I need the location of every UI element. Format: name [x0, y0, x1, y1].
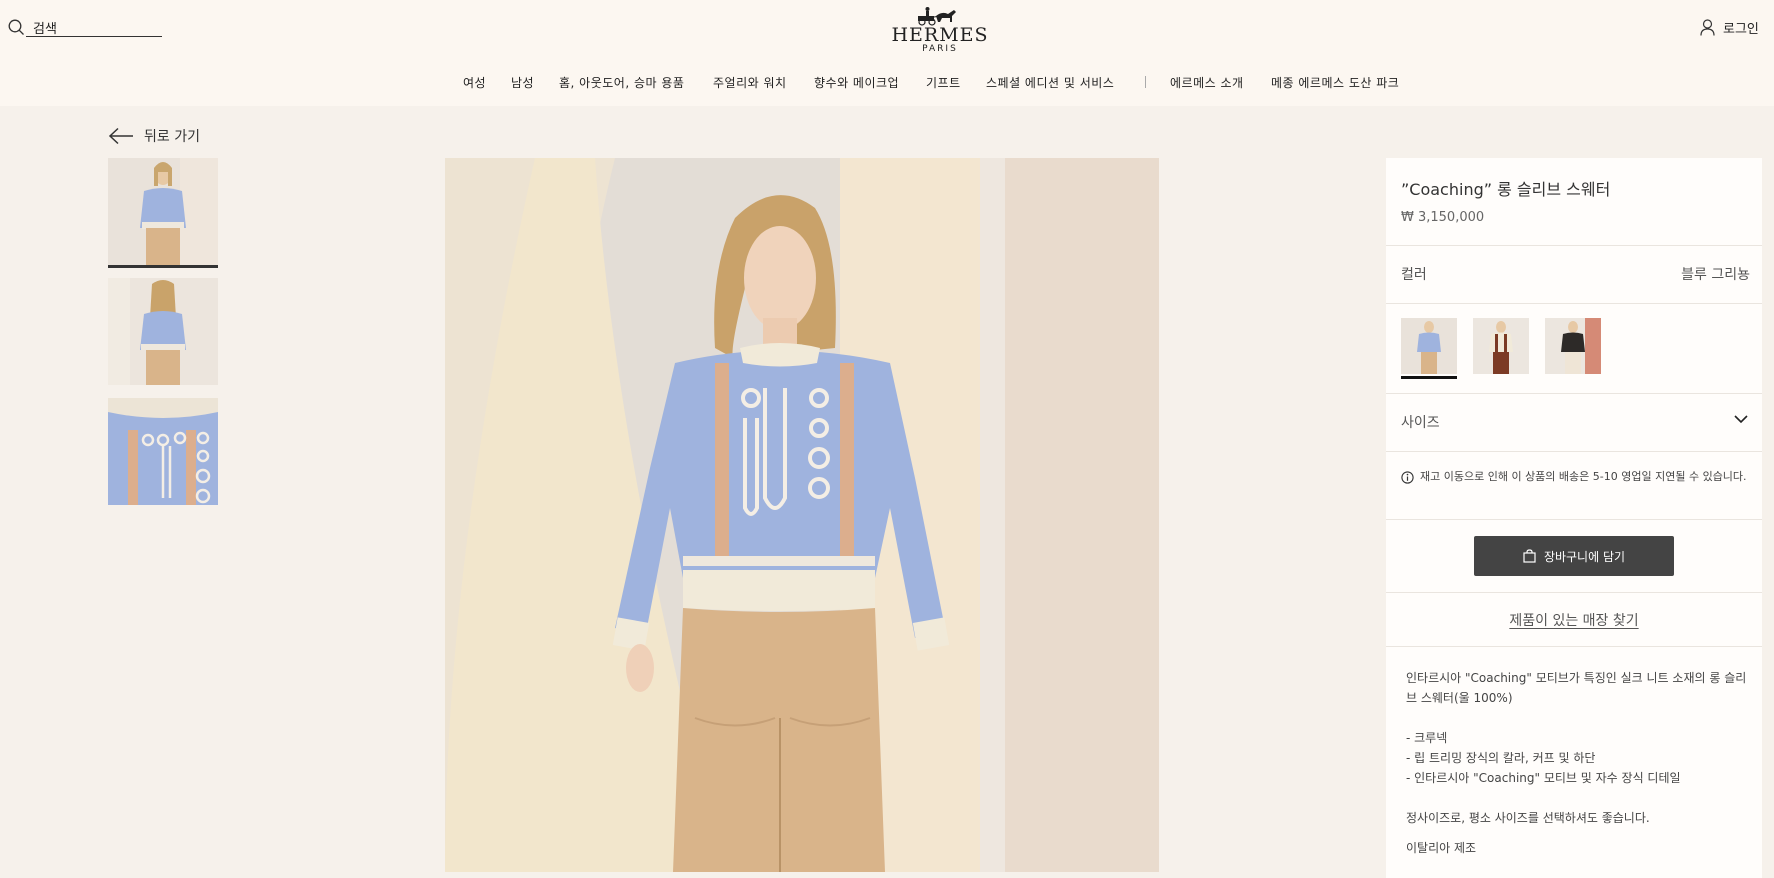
- color-label: 컬러: [1401, 267, 1427, 283]
- product-description: 인타르시아 "Coaching" 모티브가 특징인 실크 니트 소재의 롱 슬리…: [1406, 668, 1751, 858]
- divider: [1386, 303, 1762, 304]
- carriage-logo-icon: [918, 7, 956, 26]
- color-swatch-brown[interactable]: [1473, 318, 1529, 374]
- product-title: ”Coaching” 롱 슬리브 스웨터: [1401, 180, 1611, 199]
- description-bullet: - 인타르시아 "Coaching" 모티브 및 자수 장식 디테일: [1406, 771, 1681, 785]
- user-icon: [1700, 19, 1715, 36]
- find-store-link[interactable]: 제품이 있는 매장 찾기: [1386, 610, 1762, 630]
- login-button[interactable]: 로그인: [1700, 18, 1759, 37]
- add-to-cart-label: 장바구니에 담기: [1543, 549, 1626, 564]
- color-value: 블루 그리뇽: [1681, 267, 1750, 283]
- add-to-cart-button[interactable]: 장바구니에 담기: [1474, 536, 1674, 576]
- color-swatch-blue[interactable]: [1401, 318, 1457, 374]
- divider: [1386, 451, 1762, 452]
- divider: [1386, 519, 1762, 520]
- search-icon: [8, 19, 24, 35]
- swatch-selected-indicator: [1401, 376, 1457, 379]
- main-nav: 여성 남성 홈, 아웃도어, 승마 용품 주얼리와 워치 향수와 메이크업 기프…: [0, 74, 1774, 92]
- back-link[interactable]: 뒤로 가기: [108, 126, 200, 146]
- hermes-logo[interactable]: HERMES PARIS: [880, 2, 1000, 54]
- login-label: 로그인: [1723, 22, 1759, 37]
- description-origin: 이탈리아 제조: [1406, 841, 1477, 855]
- shopping-bag-icon: [1523, 549, 1536, 563]
- nav-item-gifts[interactable]: 기프트: [926, 74, 961, 91]
- color-swatch-black[interactable]: [1545, 318, 1601, 374]
- shipping-notice-text: 재고 이동으로 인해 이 상품의 배송은 5-10 영업일 지연될 수 있습니다…: [1420, 470, 1747, 483]
- info-icon: [1401, 471, 1414, 484]
- size-dropdown-label[interactable]: 사이즈: [1401, 412, 1440, 432]
- nav-item-men[interactable]: 남성: [511, 74, 534, 91]
- thumbnail-front[interactable]: [108, 158, 218, 265]
- nav-divider: [1145, 76, 1146, 88]
- thumbnail-detail[interactable]: [108, 398, 218, 505]
- nav-item-about[interactable]: 에르메스 소개: [1170, 74, 1244, 91]
- arrow-left-icon: [108, 127, 133, 145]
- nav-item-jewelry-watches[interactable]: 주얼리와 워치: [713, 74, 787, 91]
- logo-word: HERMES: [891, 24, 989, 46]
- description-intro: 인타르시아 "Coaching" 모티브가 특징인 실크 니트 소재의 롱 슬리…: [1406, 671, 1747, 705]
- description-bullet: - 립 트리밍 장식의 칼라, 커프 및 하단: [1406, 751, 1596, 765]
- description-bullet: - 크루넥: [1406, 731, 1448, 745]
- divider: [1386, 393, 1762, 394]
- nav-item-women[interactable]: 여성: [463, 74, 486, 91]
- product-details-panel: ”Coaching” 롱 슬리브 스웨터 ₩ 3,150,000 컬러 블루 그…: [1386, 158, 1762, 878]
- product-price: ₩ 3,150,000: [1401, 210, 1485, 225]
- shipping-notice: 재고 이동으로 인해 이 상품의 배송은 5-10 영업일 지연될 수 있습니다…: [1401, 468, 1751, 485]
- chevron-down-icon[interactable]: [1734, 414, 1748, 424]
- thumbnail-back[interactable]: [108, 278, 218, 385]
- nav-item-special-editions[interactable]: 스페셜 에디션 및 서비스: [986, 74, 1114, 91]
- search-underline: [26, 18, 162, 37]
- logo-subtitle: PARIS: [922, 44, 958, 54]
- divider: [1386, 245, 1762, 246]
- nav-item-dosan-park[interactable]: 메종 에르메스 도산 파크: [1271, 74, 1399, 91]
- divider: [1386, 646, 1762, 647]
- back-label: 뒤로 가기: [144, 129, 200, 145]
- header: 검색 HERMES PARIS 로그인 여성 남성 홈, 아웃도어, 승마 용품…: [0, 0, 1774, 106]
- product-main-image[interactable]: [445, 158, 1159, 872]
- description-fit: 정사이즈로, 평소 사이즈를 선택하셔도 좋습니다.: [1406, 811, 1650, 825]
- nav-item-fragrance[interactable]: 향수와 메이크업: [814, 74, 899, 91]
- thumbnail-selected-indicator: [108, 265, 218, 268]
- nav-item-home-outdoor[interactable]: 홈, 아웃도어, 승마 용품: [559, 74, 684, 91]
- divider: [1386, 592, 1762, 593]
